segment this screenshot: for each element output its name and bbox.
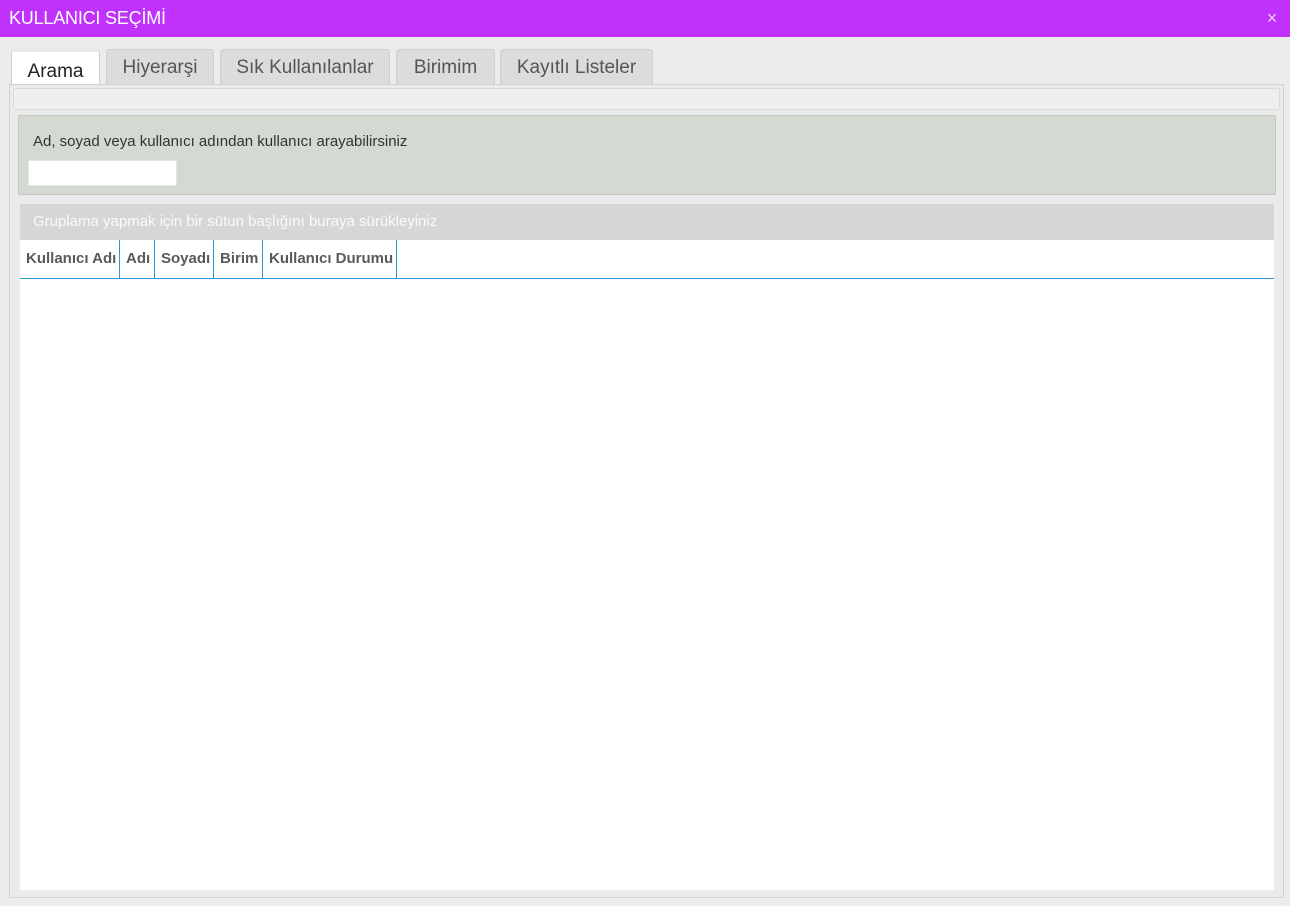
search-section: Ad, soyad veya kullanıcı adından kullanı… — [18, 115, 1276, 195]
column-header-kullanici-adi[interactable]: Kullanıcı Adı — [20, 240, 120, 278]
grid-header-row: Kullanıcı Adı Adı Soyadı Birim Kullanıcı… — [20, 240, 1274, 279]
column-header-soyadi[interactable]: Soyadı — [155, 240, 214, 278]
tab-hiyerarsi[interactable]: Hiyerarşi — [106, 49, 214, 84]
tab-kayitli-listeler[interactable]: Kayıtlı Listeler — [500, 49, 653, 84]
tab-sik-kullanilanlar[interactable]: Sık Kullanılanlar — [220, 49, 390, 84]
column-header-adi[interactable]: Adı — [120, 240, 155, 278]
close-icon[interactable]: × — [1263, 7, 1281, 29]
column-header-kullanici-durumu[interactable]: Kullanıcı Durumu — [263, 240, 397, 278]
window-title: KULLANICI SEÇİMİ — [9, 8, 166, 28]
search-hint: Ad, soyad veya kullanıcı adından kullanı… — [33, 133, 408, 150]
tab-arama[interactable]: Arama — [11, 49, 100, 85]
column-header-birim[interactable]: Birim — [214, 240, 263, 278]
window-titlebar: KULLANICI SEÇİMİ × — [0, 0, 1290, 37]
panel-toolbar-strip — [13, 88, 1280, 110]
user-grid: Gruplama yapmak için bir sütun başlığını… — [20, 204, 1274, 890]
group-by-panel[interactable]: Gruplama yapmak için bir sütun başlığını… — [20, 204, 1274, 240]
tab-birimim[interactable]: Birimim — [396, 49, 495, 84]
search-input[interactable] — [28, 160, 177, 186]
tab-content-panel: Ad, soyad veya kullanıcı adından kullanı… — [9, 84, 1284, 898]
